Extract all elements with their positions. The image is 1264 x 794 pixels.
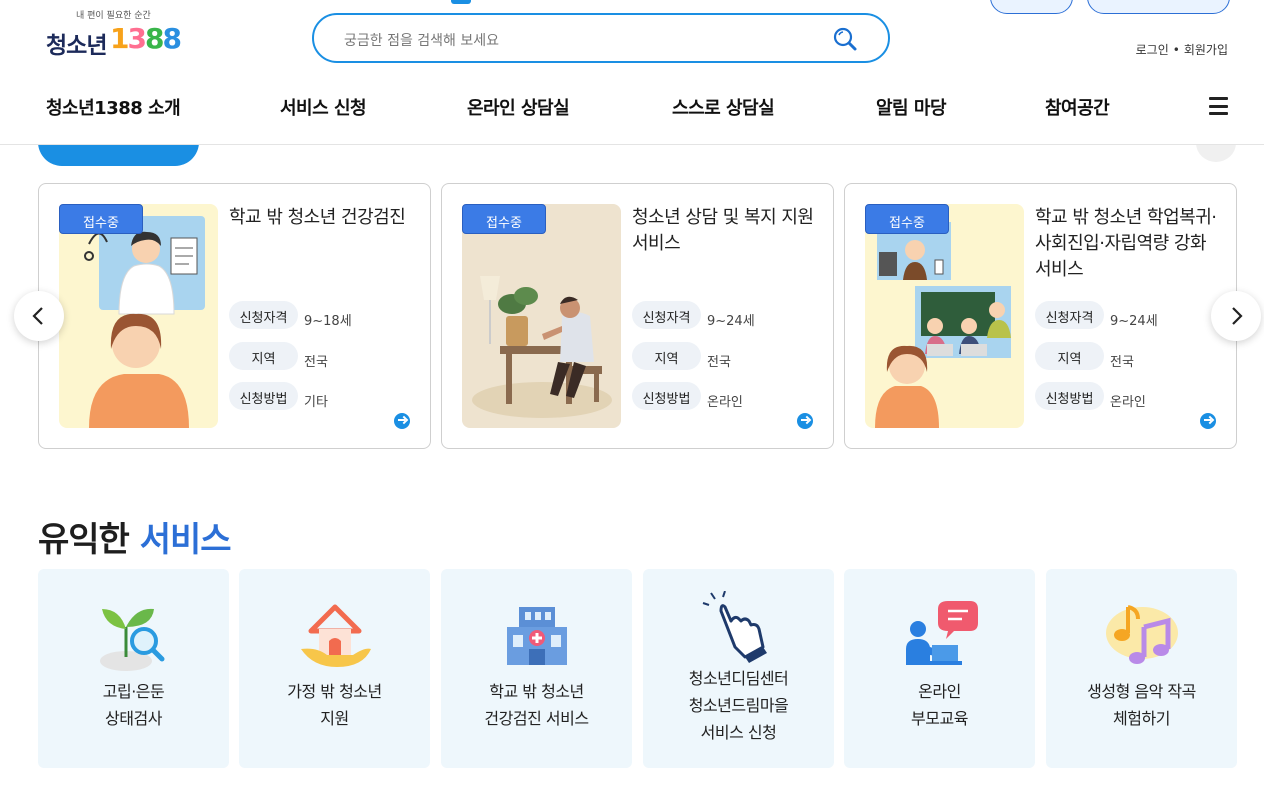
hospital-icon bbox=[507, 607, 567, 665]
nav-item-about[interactable]: 청소년1388 소개 bbox=[46, 94, 181, 120]
status-badge: 접수중 bbox=[462, 204, 546, 234]
card-illustration-work bbox=[865, 204, 1024, 428]
arrow-right-circle-icon[interactable] bbox=[1200, 413, 1216, 429]
service-label: 상태검사 bbox=[105, 709, 162, 728]
service-label: 학교 밖 청소년 bbox=[489, 682, 584, 701]
service-label: 생성형 음악 작곡 bbox=[1087, 682, 1196, 701]
site-header: 내 편이 필요한 순간 청소년 1388 궁금한 점을 검색해 보세요 로그인 •… bbox=[0, 0, 1264, 145]
sprout-magnifier-icon bbox=[100, 608, 165, 671]
useful-service-item[interactable]: 고립·은둔 상태검사 bbox=[38, 569, 229, 768]
nav-item-service-apply[interactable]: 서비스 신청 bbox=[280, 94, 367, 120]
logo-name: 청소년 bbox=[46, 33, 107, 59]
service-label: 체험하기 bbox=[1113, 709, 1170, 728]
auth-links: 로그인 • 회원가입 bbox=[1135, 43, 1228, 57]
logo-digits: 1388 bbox=[110, 22, 182, 55]
prev-arrow-button[interactable] bbox=[14, 291, 64, 341]
service-label: 부모교육 bbox=[911, 709, 968, 728]
chevron-left-icon bbox=[32, 307, 43, 325]
card-field: 신청자격 9~24세 bbox=[1035, 301, 1158, 329]
online-chat-person-icon bbox=[906, 601, 978, 665]
search-input[interactable]: 궁금한 점을 검색해 보세요 bbox=[312, 13, 890, 63]
card-title: 학교 밖 청소년 건강검진 bbox=[229, 207, 406, 228]
logo-tagline: 내 편이 필요한 순간 bbox=[76, 11, 151, 21]
nav-item-notice[interactable]: 알림 마당 bbox=[876, 94, 947, 120]
service-label: 가정 밖 청소년 bbox=[287, 682, 382, 701]
site-logo[interactable]: 내 편이 필요한 순간 청소년 1388 bbox=[46, 6, 186, 59]
top-indicator bbox=[451, 0, 471, 4]
quick-link-button[interactable] bbox=[990, 0, 1073, 14]
login-link[interactable]: 로그인 bbox=[1136, 43, 1169, 57]
card-field: 신청방법 온라인 bbox=[632, 382, 743, 410]
section-title: 유익한 서비스 bbox=[38, 520, 232, 560]
music-note-icon bbox=[1106, 605, 1178, 664]
useful-service-item[interactable]: 학교 밖 청소년 건강검진 서비스 bbox=[441, 569, 632, 768]
search-placeholder: 궁금한 점을 검색해 보세요 bbox=[344, 33, 500, 49]
card-illustration-doctor bbox=[59, 204, 218, 428]
card-field: 지역 전국 bbox=[229, 342, 328, 370]
service-label: 지원 bbox=[320, 709, 349, 728]
house-hand-icon bbox=[301, 604, 371, 667]
useful-service-item[interactable]: 가정 밖 청소년 지원 bbox=[239, 569, 430, 768]
service-label: 고립·은둔 bbox=[102, 682, 165, 701]
card-field: 신청방법 온라인 bbox=[1035, 382, 1146, 410]
signup-link[interactable]: 회원가입 bbox=[1184, 43, 1228, 57]
useful-service-item[interactable]: 생성형 음악 작곡 체험하기 bbox=[1046, 569, 1237, 768]
card-field: 신청자격 9~18세 bbox=[229, 301, 352, 329]
service-card[interactable]: 접수중 학교 밖 청소년 건강검진 신청자격 9~18세 지역 전국 신청방법 기타 bbox=[38, 183, 431, 449]
status-badge: 접수중 bbox=[865, 204, 949, 234]
arrow-right-circle-icon[interactable] bbox=[394, 413, 410, 429]
card-field: 신청자격 9~24세 bbox=[632, 301, 755, 329]
service-card[interactable]: 접수중 청소년 상담 및 복지 지원 서비스 신청자격 9~24세 지역 전국 신청… bbox=[441, 183, 834, 449]
chevron-right-icon bbox=[1232, 307, 1243, 325]
card-title: 청소년 상담 및 복지 지원 서비스 bbox=[632, 207, 814, 254]
card-title: 학교 밖 청소년 학업복귀·사회진입·자립역량 강화 서비스 bbox=[1035, 207, 1217, 280]
service-label: 청소년드림마을 bbox=[688, 696, 789, 715]
service-label: 서비스 신청 bbox=[700, 723, 777, 742]
service-label: 온라인 bbox=[918, 682, 961, 701]
service-card[interactable]: 접수중 학교 밖 청소년 학업복귀·사회진입·자립역량 강화 서비스 신청자격 9… bbox=[844, 183, 1237, 449]
card-field: 신청방법 기타 bbox=[229, 382, 328, 410]
service-label: 청소년디딤센터 bbox=[688, 669, 789, 688]
useful-service-item[interactable]: 온라인 부모교육 bbox=[844, 569, 1035, 768]
main-nav: 청소년1388 소개 서비스 신청 온라인 상담실 스스로 상담실 알림 마당 … bbox=[0, 92, 1264, 122]
menu-icon[interactable] bbox=[1209, 97, 1228, 115]
nav-item-participation[interactable]: 참여공간 bbox=[1045, 94, 1110, 120]
status-badge: 접수중 bbox=[59, 204, 143, 234]
pointing-hand-icon bbox=[702, 591, 767, 663]
next-arrow-button[interactable] bbox=[1211, 291, 1261, 341]
card-field: 지역 전국 bbox=[1035, 342, 1134, 370]
arrow-right-circle-icon[interactable] bbox=[797, 413, 813, 429]
card-field: 지역 전국 bbox=[632, 342, 731, 370]
nav-item-online-counseling[interactable]: 온라인 상담실 bbox=[467, 94, 570, 120]
card-illustration-counseling bbox=[462, 204, 621, 428]
search-icon[interactable] bbox=[832, 26, 858, 52]
quick-link-button[interactable] bbox=[1087, 0, 1230, 14]
service-label: 건강검진 서비스 bbox=[484, 709, 589, 728]
nav-item-self-counseling[interactable]: 스스로 상담실 bbox=[672, 94, 775, 120]
useful-service-item[interactable]: 청소년디딤센터 청소년드림마을 서비스 신청 bbox=[643, 569, 834, 768]
